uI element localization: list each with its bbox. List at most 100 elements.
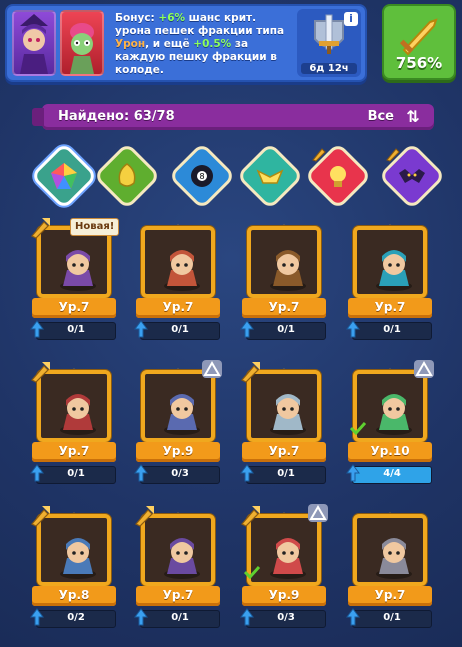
card-progress-bar: 0/1	[352, 322, 432, 340]
faction-bonus-panel[interactable]: Бонус: +6% шанс крит. урона пешек фракци…	[5, 4, 367, 82]
bonus-description: Бонус: +6% шанс крит. урона пешек фракци…	[115, 12, 285, 76]
card-progress-text: 0/1	[171, 612, 189, 623]
hero-portrait	[53, 386, 103, 436]
hero-portrait	[369, 242, 419, 292]
card-progress-bar: 0/1	[246, 466, 326, 484]
level-up-arrow-icon	[30, 608, 44, 626]
filter-all-button[interactable]: Все	[368, 109, 394, 124]
level-up-arrow-icon	[134, 608, 148, 626]
hero-portrait	[157, 386, 207, 436]
upgrade-available-icon	[28, 504, 52, 528]
light-faction-icon	[330, 166, 346, 187]
card-progress-bar: 0/1	[246, 322, 326, 340]
hero-card[interactable]: Ур.10 4/4	[346, 360, 434, 492]
hero-portrait	[157, 530, 207, 580]
sort-icon[interactable]: ⇅	[402, 107, 424, 127]
card-progress-text: 0/1	[277, 468, 295, 479]
hero-level-badge: Ур.7	[136, 298, 220, 318]
hero-portrait	[263, 242, 313, 292]
hero-portrait-frame	[353, 514, 427, 586]
hero-card[interactable]: Ур.7 0/1	[240, 218, 328, 348]
hero-portrait	[369, 530, 419, 580]
in-deck-check-icon	[243, 564, 261, 580]
extra-bonus-value: +0.5%	[193, 38, 232, 50]
all-faction-icon	[51, 163, 77, 189]
nature-faction-icon	[118, 163, 136, 187]
svg-text:8: 8	[199, 172, 204, 181]
card-progress-text: 0/1	[383, 324, 401, 335]
card-progress-text: 0/3	[277, 612, 295, 623]
level-up-arrow-icon	[240, 608, 254, 626]
card-progress-bar: 0/3	[246, 610, 326, 628]
hero-card[interactable]: Ур.7 0/1	[134, 506, 222, 636]
hero-card[interactable]: Ур.7 0/1	[240, 362, 328, 492]
level-up-arrow-icon	[240, 320, 254, 338]
crit-chance-value: +6%	[158, 12, 186, 24]
hero-portrait-zombie	[60, 10, 104, 76]
level-up-arrow-icon	[240, 464, 254, 482]
level-up-arrow-icon	[134, 464, 148, 482]
sword-icon	[399, 18, 438, 56]
card-progress-bar: 4/4	[352, 466, 432, 484]
hero-card[interactable]: Ур.9 0/3	[240, 504, 328, 636]
card-progress-text: 0/3	[171, 468, 189, 479]
card-progress-text: 0/1	[67, 324, 85, 335]
hero-level-badge: Ур.7	[348, 586, 432, 606]
dark-orb-faction-icon: 8	[191, 165, 213, 187]
new-badge: Новая!	[70, 218, 120, 236]
hero-card[interactable]: Ур.8 0/2	[30, 506, 118, 636]
hero-level-badge: Ур.9	[242, 586, 326, 606]
sword-shield-icon	[314, 14, 344, 54]
found-count: Найдено: 63/78	[58, 109, 175, 124]
upgrade-available-icon	[384, 145, 402, 163]
card-progress-text: 0/1	[277, 324, 295, 335]
level-up-arrow-icon	[134, 320, 148, 338]
rank-triangle-icon	[308, 504, 328, 522]
hero-level-badge: Ур.10	[348, 442, 432, 462]
hero-card[interactable]: Ур.7 0/1	[346, 506, 434, 636]
hero-portrait	[263, 386, 313, 436]
hero-portrait	[369, 386, 419, 436]
hero-portrait-frame	[141, 370, 215, 442]
card-progress-text: 0/1	[67, 468, 85, 479]
hero-portrait-frame	[353, 226, 427, 298]
card-progress-text: 0/1	[383, 612, 401, 623]
hero-card[interactable]: Ур.9 0/3	[134, 360, 222, 492]
upgrade-available-icon	[28, 216, 52, 240]
level-up-arrow-icon	[30, 464, 44, 482]
hero-level-badge: Ур.8	[32, 586, 116, 606]
demon-faction-icon	[399, 169, 425, 183]
card-progress-bar: 0/3	[140, 466, 220, 484]
hero-portrait	[53, 530, 103, 580]
hero-card[interactable]: Ур.7 0/1	[30, 362, 118, 492]
collection-header-bar: Найдено: 63/78 Все ⇅	[32, 104, 434, 130]
bonus-timer: 6д 12ч	[301, 63, 357, 74]
bonus-timer-box[interactable]: i 6д 12ч	[297, 9, 361, 77]
rank-triangle-icon	[202, 360, 222, 378]
level-up-arrow-icon	[30, 320, 44, 338]
card-progress-bar: 0/1	[36, 466, 116, 484]
power-bonus-box[interactable]: 756%	[382, 4, 456, 80]
card-progress-bar: 0/1	[36, 322, 116, 340]
hero-card[interactable]: Ур.7 0/1 Новая!	[28, 216, 120, 348]
hero-level-badge: Ур.7	[242, 298, 326, 318]
hero-level-badge: Ур.7	[32, 298, 116, 318]
hero-level-badge: Ур.7	[348, 298, 432, 318]
rank-triangle-icon	[414, 360, 434, 378]
hero-level-badge: Ур.9	[136, 442, 220, 462]
hero-portrait-dark	[12, 10, 56, 76]
level-up-arrow-icon	[346, 464, 360, 482]
upgrade-available-icon	[132, 504, 156, 528]
upgrade-available-icon	[310, 145, 328, 163]
upgrade-available-icon	[238, 360, 262, 384]
hero-level-badge: Ур.7	[242, 442, 326, 462]
faction-type-label: Урон	[115, 38, 146, 50]
hero-card[interactable]: Ур.7 0/1	[346, 218, 434, 348]
card-progress-bar: 0/2	[36, 610, 116, 628]
card-progress-bar: 0/1	[140, 610, 220, 628]
hero-portrait-frame	[247, 226, 321, 298]
card-progress-text: 0/2	[67, 612, 85, 623]
hero-card[interactable]: Ур.7 0/1	[134, 218, 222, 348]
upgrade-available-icon	[28, 360, 52, 384]
level-up-arrow-icon	[346, 320, 360, 338]
